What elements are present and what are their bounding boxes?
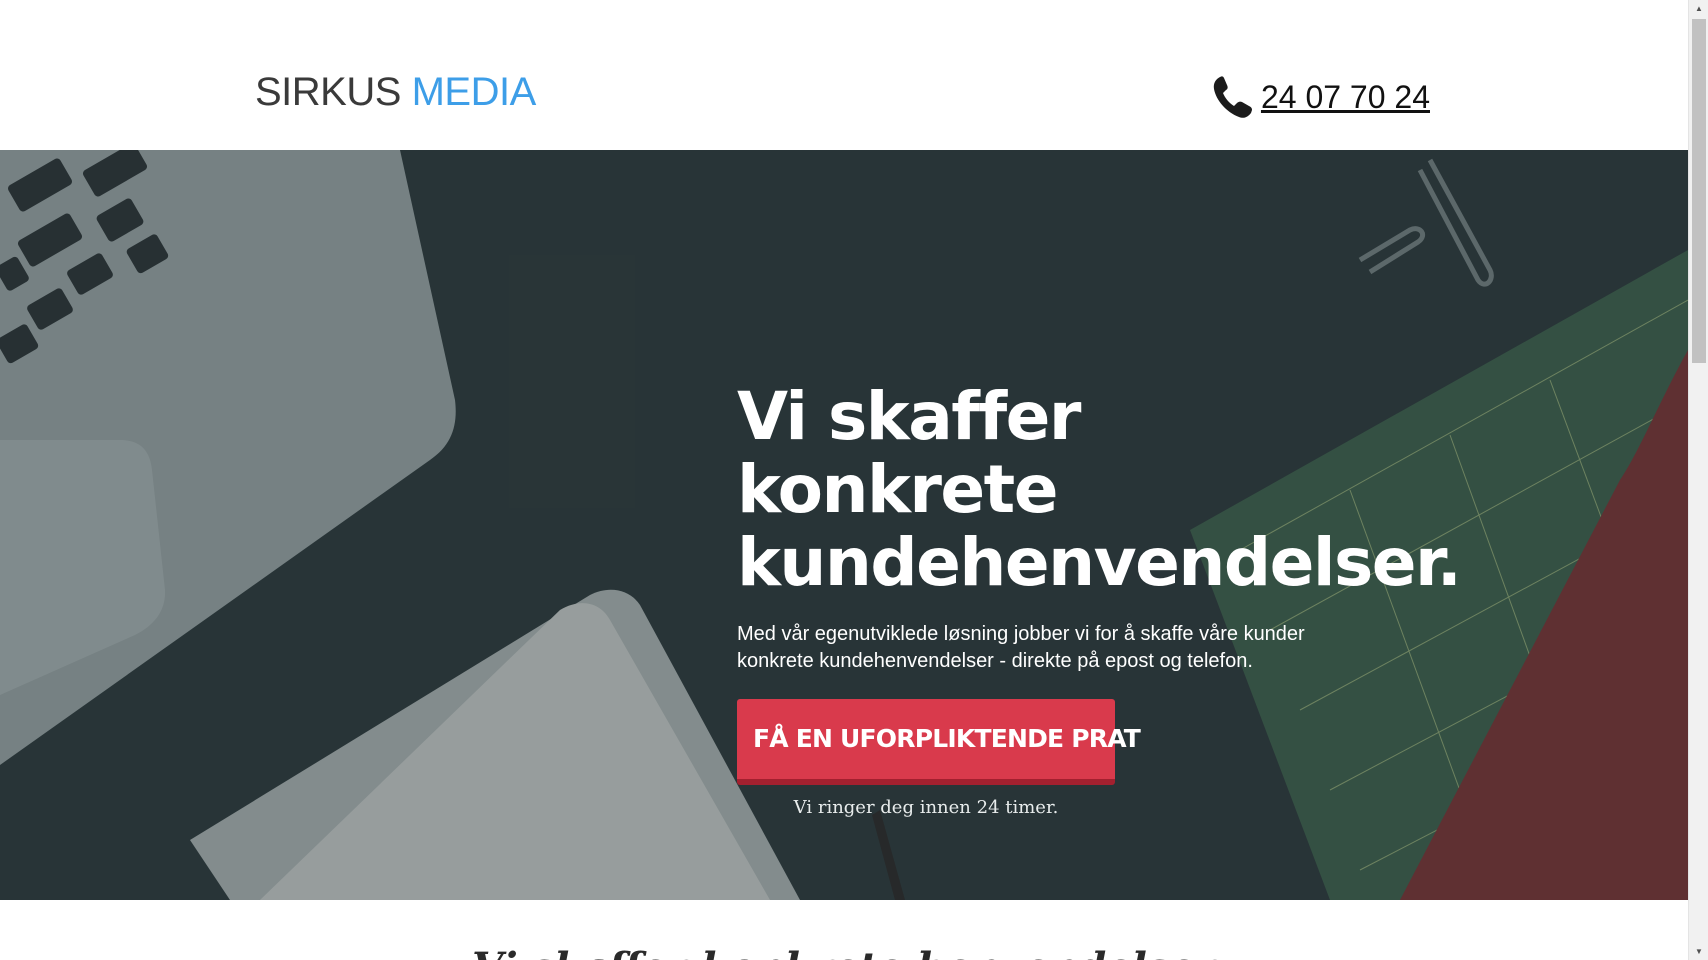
scrollbar-thumb[interactable] [1692, 19, 1706, 363]
page: SIRKUS MEDIA 24 07 70 24 Vi skaffer konk… [0, 0, 1708, 960]
phone-icon [1211, 74, 1255, 120]
cta-button[interactable]: FÅ EN UFORPLIKTENDE PRAT [737, 699, 1141, 785]
phone-number-link[interactable]: 24 07 70 24 [1261, 79, 1430, 116]
section-title-partial: Vi skaffer konkrete henvendelser [0, 944, 1688, 960]
scrollbar[interactable]: ▲ ▼ [1688, 0, 1708, 960]
phone-icon-svg [1213, 76, 1252, 118]
hero-headline-line2: kundehenvendelser. [737, 524, 1462, 601]
cta-note: Vi ringer deg innen 24 timer. [793, 797, 1059, 818]
logo-text-primary: SIRKUS [255, 70, 401, 114]
hero-content: Vi skaffer konkrete kundehenvendelser. M… [737, 378, 1462, 818]
hero-headline: Vi skaffer konkrete kundehenvendelser. [737, 378, 1462, 599]
hero-section: Vi skaffer konkrete kundehenvendelser. M… [0, 150, 1688, 900]
logo[interactable]: SIRKUS MEDIA [255, 72, 536, 112]
phone-contact: 24 07 70 24 [1211, 74, 1430, 120]
hero-subtext: Med vår egenutviklede løsning jobber vi … [737, 623, 1305, 672]
site-header: SIRKUS MEDIA 24 07 70 24 [0, 0, 1688, 150]
scroll-down-arrow-icon[interactable]: ▼ [1689, 943, 1708, 960]
scroll-up-arrow-icon[interactable]: ▲ [1689, 0, 1708, 17]
logo-text-accent: MEDIA [411, 70, 537, 114]
hero-headline-line1: Vi skaffer konkrete [737, 378, 1081, 528]
